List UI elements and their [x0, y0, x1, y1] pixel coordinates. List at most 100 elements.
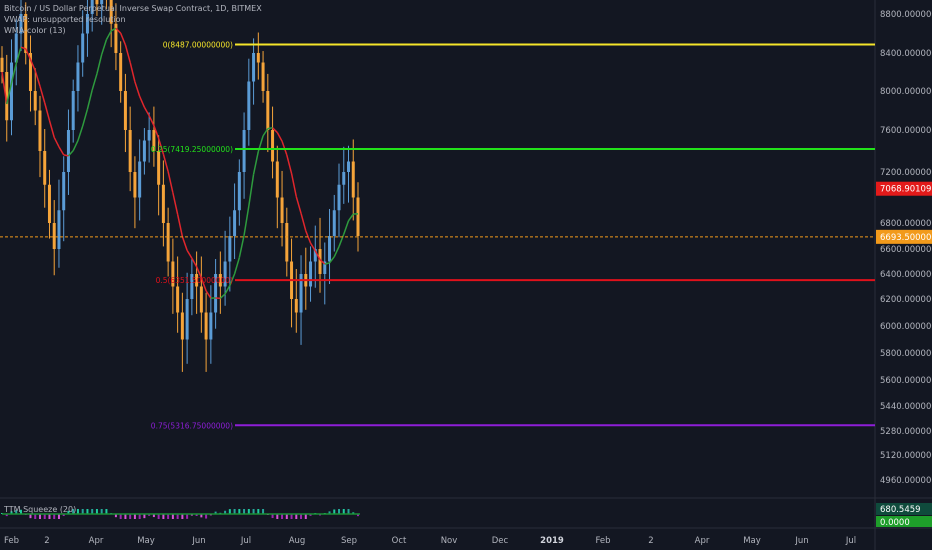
candle-body [185, 299, 189, 340]
wma-segment [148, 115, 155, 126]
wma-segment [34, 70, 41, 87]
candle-body [256, 53, 260, 63]
candle-body [47, 184, 51, 223]
candle-body [180, 312, 184, 340]
candle-body [328, 236, 332, 262]
wma-segment [134, 81, 141, 97]
wma-segment [290, 173, 298, 197]
time-tick-label: Jun [191, 536, 205, 546]
candle-body [332, 210, 336, 236]
indicator-value-label: 680.5459 [880, 505, 921, 515]
chart-root[interactable]: 0(8487.00000000) 0.25(7419.25000000) 0.5(6… [0, 0, 932, 550]
wma-segment [181, 236, 188, 251]
wma-segment [205, 290, 212, 299]
candle-body [294, 299, 298, 313]
wma-segment [186, 249, 193, 259]
wma-segment [143, 106, 150, 117]
price-tick-label: 6600.00000000 [880, 245, 932, 255]
price-tick-label: 7600.00000000 [880, 126, 932, 136]
price-tick-label: 6800.00000000 [880, 219, 932, 229]
price-tick-label: 6200.00000000 [880, 295, 932, 305]
wma-segment [295, 196, 302, 214]
time-tick-label: Feb [4, 536, 19, 546]
time-tick-label: Feb [595, 536, 610, 546]
wma-segment [72, 140, 79, 151]
wma-segment [243, 205, 250, 236]
candle-body [52, 223, 56, 249]
time-tick-label: Jul [845, 536, 856, 546]
chart-canvas[interactable]: 0(8487.00000000) 0.25(7419.25000000) 0.5(6… [0, 0, 932, 550]
wma-segment [86, 89, 93, 110]
chart-legend: Bitcoin / US Dollar Perpetual Inverse Sw… [4, 3, 262, 36]
wma-segment [176, 214, 184, 237]
wma-segment [343, 220, 350, 235]
wma-segment [309, 242, 316, 252]
candle-body [81, 33, 85, 63]
candle-body [247, 81, 251, 130]
candle-body [71, 91, 75, 130]
candle-body [166, 223, 170, 262]
indicator-name[interactable]: TTM Squeeze (20) [4, 505, 76, 514]
wma-segment [276, 132, 283, 142]
price-tick-label: 8000.00000000 [880, 87, 932, 97]
time-tick-label: 2 [44, 536, 49, 546]
candle-body [133, 172, 137, 198]
wma-segment [248, 174, 255, 207]
candle-body [57, 210, 61, 249]
time-tick-label: Jun [794, 536, 808, 546]
wma-segment [58, 146, 65, 156]
candle-body [147, 130, 151, 141]
wma-segment [39, 85, 46, 104]
price-tick-label: 5600.00000000 [880, 376, 932, 386]
price-tick-label: 8400.00000000 [880, 49, 932, 59]
time-tick-label: Oct [392, 536, 407, 546]
time-tick-label: 2019 [540, 536, 564, 546]
candle-body [309, 261, 313, 287]
wma-segment [300, 213, 307, 232]
wma-segment [338, 234, 345, 247]
wma-segment [162, 153, 169, 172]
fib-05-label: 0.5(6351.50000000) [156, 276, 233, 285]
wma-segment [233, 257, 241, 275]
price-tick-label: 5120.00000000 [880, 451, 932, 461]
wma-segment [267, 127, 273, 130]
price-tick-label: 6400.00000000 [880, 270, 932, 280]
candle-body [142, 140, 146, 162]
wma-segment [63, 154, 69, 157]
legend-title[interactable]: Bitcoin / US Dollar Perpetual Inverse Sw… [4, 3, 262, 14]
candle-body [138, 161, 142, 198]
wma-segment [172, 192, 179, 215]
wma-segment [252, 151, 260, 175]
wma-segment [96, 54, 103, 74]
wma-segment [81, 109, 89, 127]
price-tick-label: 6000.00000000 [880, 322, 932, 332]
price-tick-label: 5280.00000000 [880, 427, 932, 437]
wma-segment [53, 137, 60, 148]
time-tick-label: Apr [89, 536, 104, 546]
fib-025-label: 0.25(7419.25000000) [151, 145, 233, 154]
price-tick-label: 8800.00000000 [880, 10, 932, 20]
wma-segment [238, 235, 245, 258]
candle-body [337, 184, 341, 211]
wma-segment [43, 102, 51, 121]
candle-body [347, 161, 351, 172]
candle-body [209, 312, 213, 340]
candle-body [33, 91, 37, 111]
last-price-label: 7068.90109890 [880, 185, 932, 195]
candle-body [157, 151, 161, 185]
wma-segment [100, 39, 108, 55]
legend-vwap[interactable]: VWAP: unsupported resolution [4, 14, 262, 25]
price-tick-label: 4960.00000000 [880, 476, 932, 486]
candle-body [176, 286, 180, 313]
wma-segment [48, 120, 55, 138]
candle-body [356, 197, 360, 236]
candle-body [43, 151, 47, 185]
legend-wma[interactable]: WMA-color (13) [4, 25, 262, 36]
wma-segment [91, 73, 98, 91]
candle-body [342, 172, 346, 185]
wma-segment [286, 154, 293, 174]
candle-body [280, 197, 284, 223]
candle-body [266, 91, 270, 130]
candle-body [161, 184, 165, 223]
wma-segment [191, 257, 198, 268]
